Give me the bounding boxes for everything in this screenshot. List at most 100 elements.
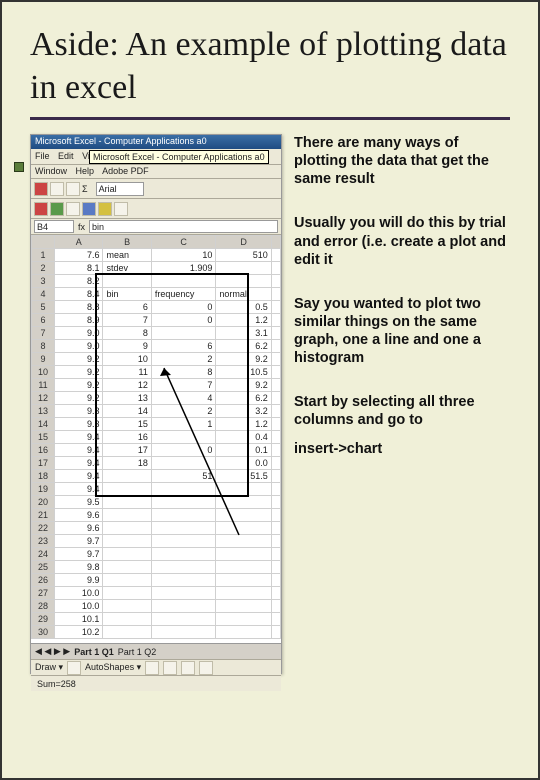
row-head[interactable]: 11	[32, 379, 55, 392]
cell[interactable]: 10.0	[55, 600, 103, 613]
cell[interactable]	[151, 327, 216, 340]
font-selector[interactable]: Arial	[96, 182, 144, 196]
cell[interactable]: 9.4	[55, 470, 103, 483]
row-head[interactable]: 20	[32, 496, 55, 509]
sheet-tab[interactable]: Part 1 Q1	[74, 647, 114, 657]
cell[interactable]: 9.3	[55, 418, 103, 431]
cell[interactable]	[216, 548, 271, 561]
cell[interactable]	[271, 626, 280, 639]
cell[interactable]: bin	[103, 288, 151, 301]
cell[interactable]	[216, 613, 271, 626]
cell[interactable]	[216, 561, 271, 574]
table-row[interactable]: 3010.2	[32, 626, 281, 639]
table-row[interactable]: 189.45151.5	[32, 470, 281, 483]
row-head[interactable]: 5	[32, 301, 55, 314]
table-row[interactable]: 239.7	[32, 535, 281, 548]
col-head-c[interactable]: C	[151, 236, 216, 249]
row-head[interactable]: 29	[32, 613, 55, 626]
toolbar-icon[interactable]	[66, 182, 80, 196]
cell[interactable]	[151, 587, 216, 600]
col-head-b[interactable]: B	[103, 236, 151, 249]
cell[interactable]: 10.2	[55, 626, 103, 639]
row-head[interactable]: 30	[32, 626, 55, 639]
row-head[interactable]: 27	[32, 587, 55, 600]
cell[interactable]	[271, 535, 280, 548]
cell[interactable]: 3.1	[216, 327, 271, 340]
cell[interactable]: 14	[103, 405, 151, 418]
cell[interactable]	[103, 613, 151, 626]
cell[interactable]	[103, 470, 151, 483]
cell[interactable]	[151, 522, 216, 535]
cell[interactable]	[216, 626, 271, 639]
row-head[interactable]: 6	[32, 314, 55, 327]
cell[interactable]: 9.2	[216, 379, 271, 392]
cell[interactable]: 9.6	[55, 509, 103, 522]
col-head-e[interactable]	[271, 236, 280, 249]
col-head-d[interactable]: D	[216, 236, 271, 249]
menu-edit[interactable]: Edit	[58, 151, 74, 161]
cell[interactable]	[216, 262, 271, 275]
autoshapes-menu[interactable]: AutoShapes ▾	[85, 662, 141, 673]
table-row[interactable]: 17.6mean10510	[32, 249, 281, 262]
cell[interactable]	[271, 379, 280, 392]
cell[interactable]: 15	[103, 418, 151, 431]
table-row[interactable]: 129.21346.2	[32, 392, 281, 405]
cell[interactable]	[216, 275, 271, 288]
table-row[interactable]: 169.41700.1	[32, 444, 281, 457]
toolbar-icon[interactable]	[145, 661, 159, 675]
cell[interactable]	[271, 327, 280, 340]
table-row[interactable]: 109.211810.5	[32, 366, 281, 379]
cell[interactable]	[151, 431, 216, 444]
cell[interactable]: 9.4	[55, 457, 103, 470]
cell[interactable]: 6.2	[216, 392, 271, 405]
cell[interactable]	[271, 340, 280, 353]
row-head[interactable]: 9	[32, 353, 55, 366]
cell[interactable]: 0	[151, 301, 216, 314]
cell[interactable]	[151, 509, 216, 522]
cell[interactable]	[271, 613, 280, 626]
cell[interactable]: 10.0	[55, 587, 103, 600]
table-row[interactable]: 2710.0	[32, 587, 281, 600]
cell[interactable]: 12	[103, 379, 151, 392]
table-row[interactable]: 209.5	[32, 496, 281, 509]
cell[interactable]: 7.6	[55, 249, 103, 262]
toolbar-icon[interactable]	[50, 182, 64, 196]
cell[interactable]	[271, 587, 280, 600]
cell[interactable]: 8.4	[55, 288, 103, 301]
cell[interactable]: 8	[103, 327, 151, 340]
cell[interactable]: 9.3	[55, 405, 103, 418]
table-row[interactable]: 269.9	[32, 574, 281, 587]
cell[interactable]	[271, 301, 280, 314]
row-head[interactable]: 1	[32, 249, 55, 262]
cell[interactable]	[151, 561, 216, 574]
cell[interactable]	[271, 600, 280, 613]
table-row[interactable]: 99.21029.2	[32, 353, 281, 366]
table-row[interactable]: 139.31423.2	[32, 405, 281, 418]
sigma-icon[interactable]: Σ	[82, 184, 88, 194]
row-head[interactable]: 12	[32, 392, 55, 405]
table-row[interactable]: 38.2	[32, 275, 281, 288]
cell[interactable]	[271, 470, 280, 483]
cell[interactable]: 1.2	[216, 314, 271, 327]
cell[interactable]	[103, 600, 151, 613]
cell[interactable]	[151, 600, 216, 613]
cell[interactable]: 18	[103, 457, 151, 470]
table-row[interactable]: 28.1stdev1.909	[32, 262, 281, 275]
cell[interactable]: 0.5	[216, 301, 271, 314]
cell[interactable]	[151, 275, 216, 288]
cell[interactable]: 1.2	[216, 418, 271, 431]
row-head[interactable]: 3	[32, 275, 55, 288]
table-row[interactable]: 2810.0	[32, 600, 281, 613]
row-head[interactable]: 25	[32, 561, 55, 574]
excel-grid[interactable]: A B C D 17.6mean1051028.1stdev1.90938.24…	[31, 235, 281, 643]
cell[interactable]: 11	[103, 366, 151, 379]
cell[interactable]	[103, 483, 151, 496]
toolbar-icon[interactable]	[34, 202, 48, 216]
cell[interactable]: 9.4	[55, 444, 103, 457]
cell[interactable]	[151, 548, 216, 561]
toolbar-icon[interactable]	[34, 182, 48, 196]
toolbar-icon[interactable]	[181, 661, 195, 675]
cell[interactable]	[151, 626, 216, 639]
cell[interactable]	[103, 574, 151, 587]
cell[interactable]	[103, 587, 151, 600]
